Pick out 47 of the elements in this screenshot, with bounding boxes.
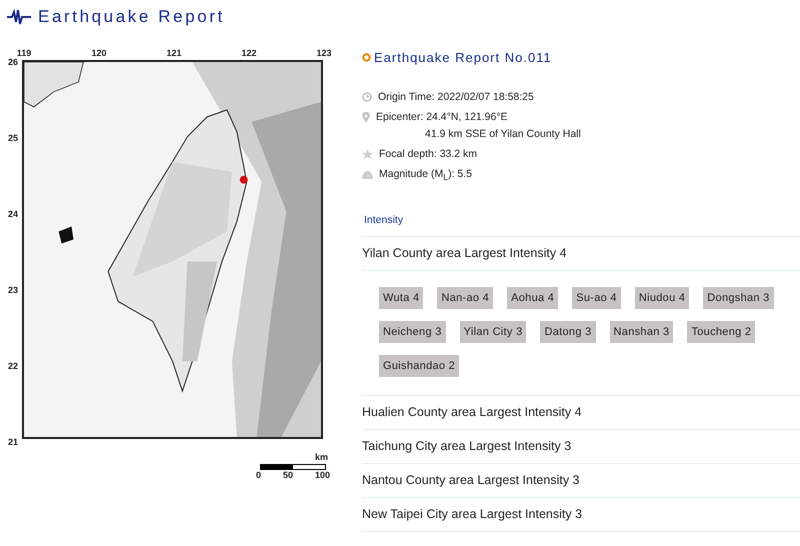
latitude-label: 25	[7, 132, 20, 145]
clock-icon	[362, 92, 372, 102]
scale-bar	[260, 464, 326, 470]
station-tag: Aohua 4	[507, 287, 558, 310]
scale-unit: km	[314, 452, 328, 462]
longitude-label: 119	[16, 48, 32, 58]
station-tag: Dongshan 3	[703, 287, 774, 310]
detail-text: Epicenter: 24.4°N, 121.96°E	[376, 111, 509, 123]
detail-text: Focal depth: 33.2 km	[379, 148, 478, 160]
latitude-label: 22	[7, 360, 20, 373]
seismograph-icon	[7, 9, 31, 25]
dome-icon	[362, 169, 373, 179]
area-row[interactable]: New Taipei City area Largest Intensity 3	[362, 498, 800, 532]
latitude-label: 26	[7, 56, 20, 69]
station-tag: Guishandao 2	[379, 355, 460, 378]
station-tag: Nan-ao 4	[437, 287, 494, 310]
report-title: Earthquake Report No.011	[374, 50, 552, 65]
area-row[interactable]: Taichung City area Largest Intensity 3	[362, 430, 800, 464]
scale-label: 100	[314, 470, 330, 480]
longitude-label: 120	[90, 48, 108, 58]
area-row[interactable]: Yilan County area Largest Intensity 4	[362, 237, 800, 272]
station-tag: Nanshan 3	[610, 321, 674, 344]
station-tag: Datong 3	[540, 321, 596, 344]
page-title: Earthquake Report	[38, 7, 225, 27]
scale-label: 50	[282, 470, 293, 480]
ring-icon	[362, 53, 371, 62]
star-icon	[362, 149, 373, 159]
station-tag: Toucheng 2	[687, 321, 756, 344]
latitude-label: 24	[7, 208, 20, 221]
station-tag: Su-ao 4	[572, 287, 621, 310]
longitude-label: 123	[315, 48, 333, 58]
latitude-label: 21	[7, 436, 20, 449]
location-pin-icon	[362, 112, 370, 123]
detail-subtext: 41.9 km SSE of Yilan County Hall	[424, 128, 581, 140]
longitude-label: 122	[240, 48, 258, 58]
station-tag: Yilan City 3	[460, 321, 526, 344]
area-row[interactable]: Nantou County area Largest Intensity 3	[362, 464, 800, 498]
station-tag: Wuta 4	[379, 287, 424, 310]
section-heading: Intensity	[364, 214, 404, 226]
station-tag: Neicheng 3	[379, 321, 446, 344]
longitude-label: 121	[165, 48, 183, 58]
scale-label: 0	[256, 470, 262, 480]
station-tag: Niudou 4	[634, 287, 690, 310]
latitude-label: 23	[7, 284, 20, 297]
detail-text: Magnitude (M$_{L}$): 5.5	[379, 168, 472, 182]
detail-text: Origin Time: 2022/02/07 18:58:25	[378, 91, 534, 103]
area-row[interactable]: Hualien County area Largest Intensity 4	[362, 396, 800, 430]
